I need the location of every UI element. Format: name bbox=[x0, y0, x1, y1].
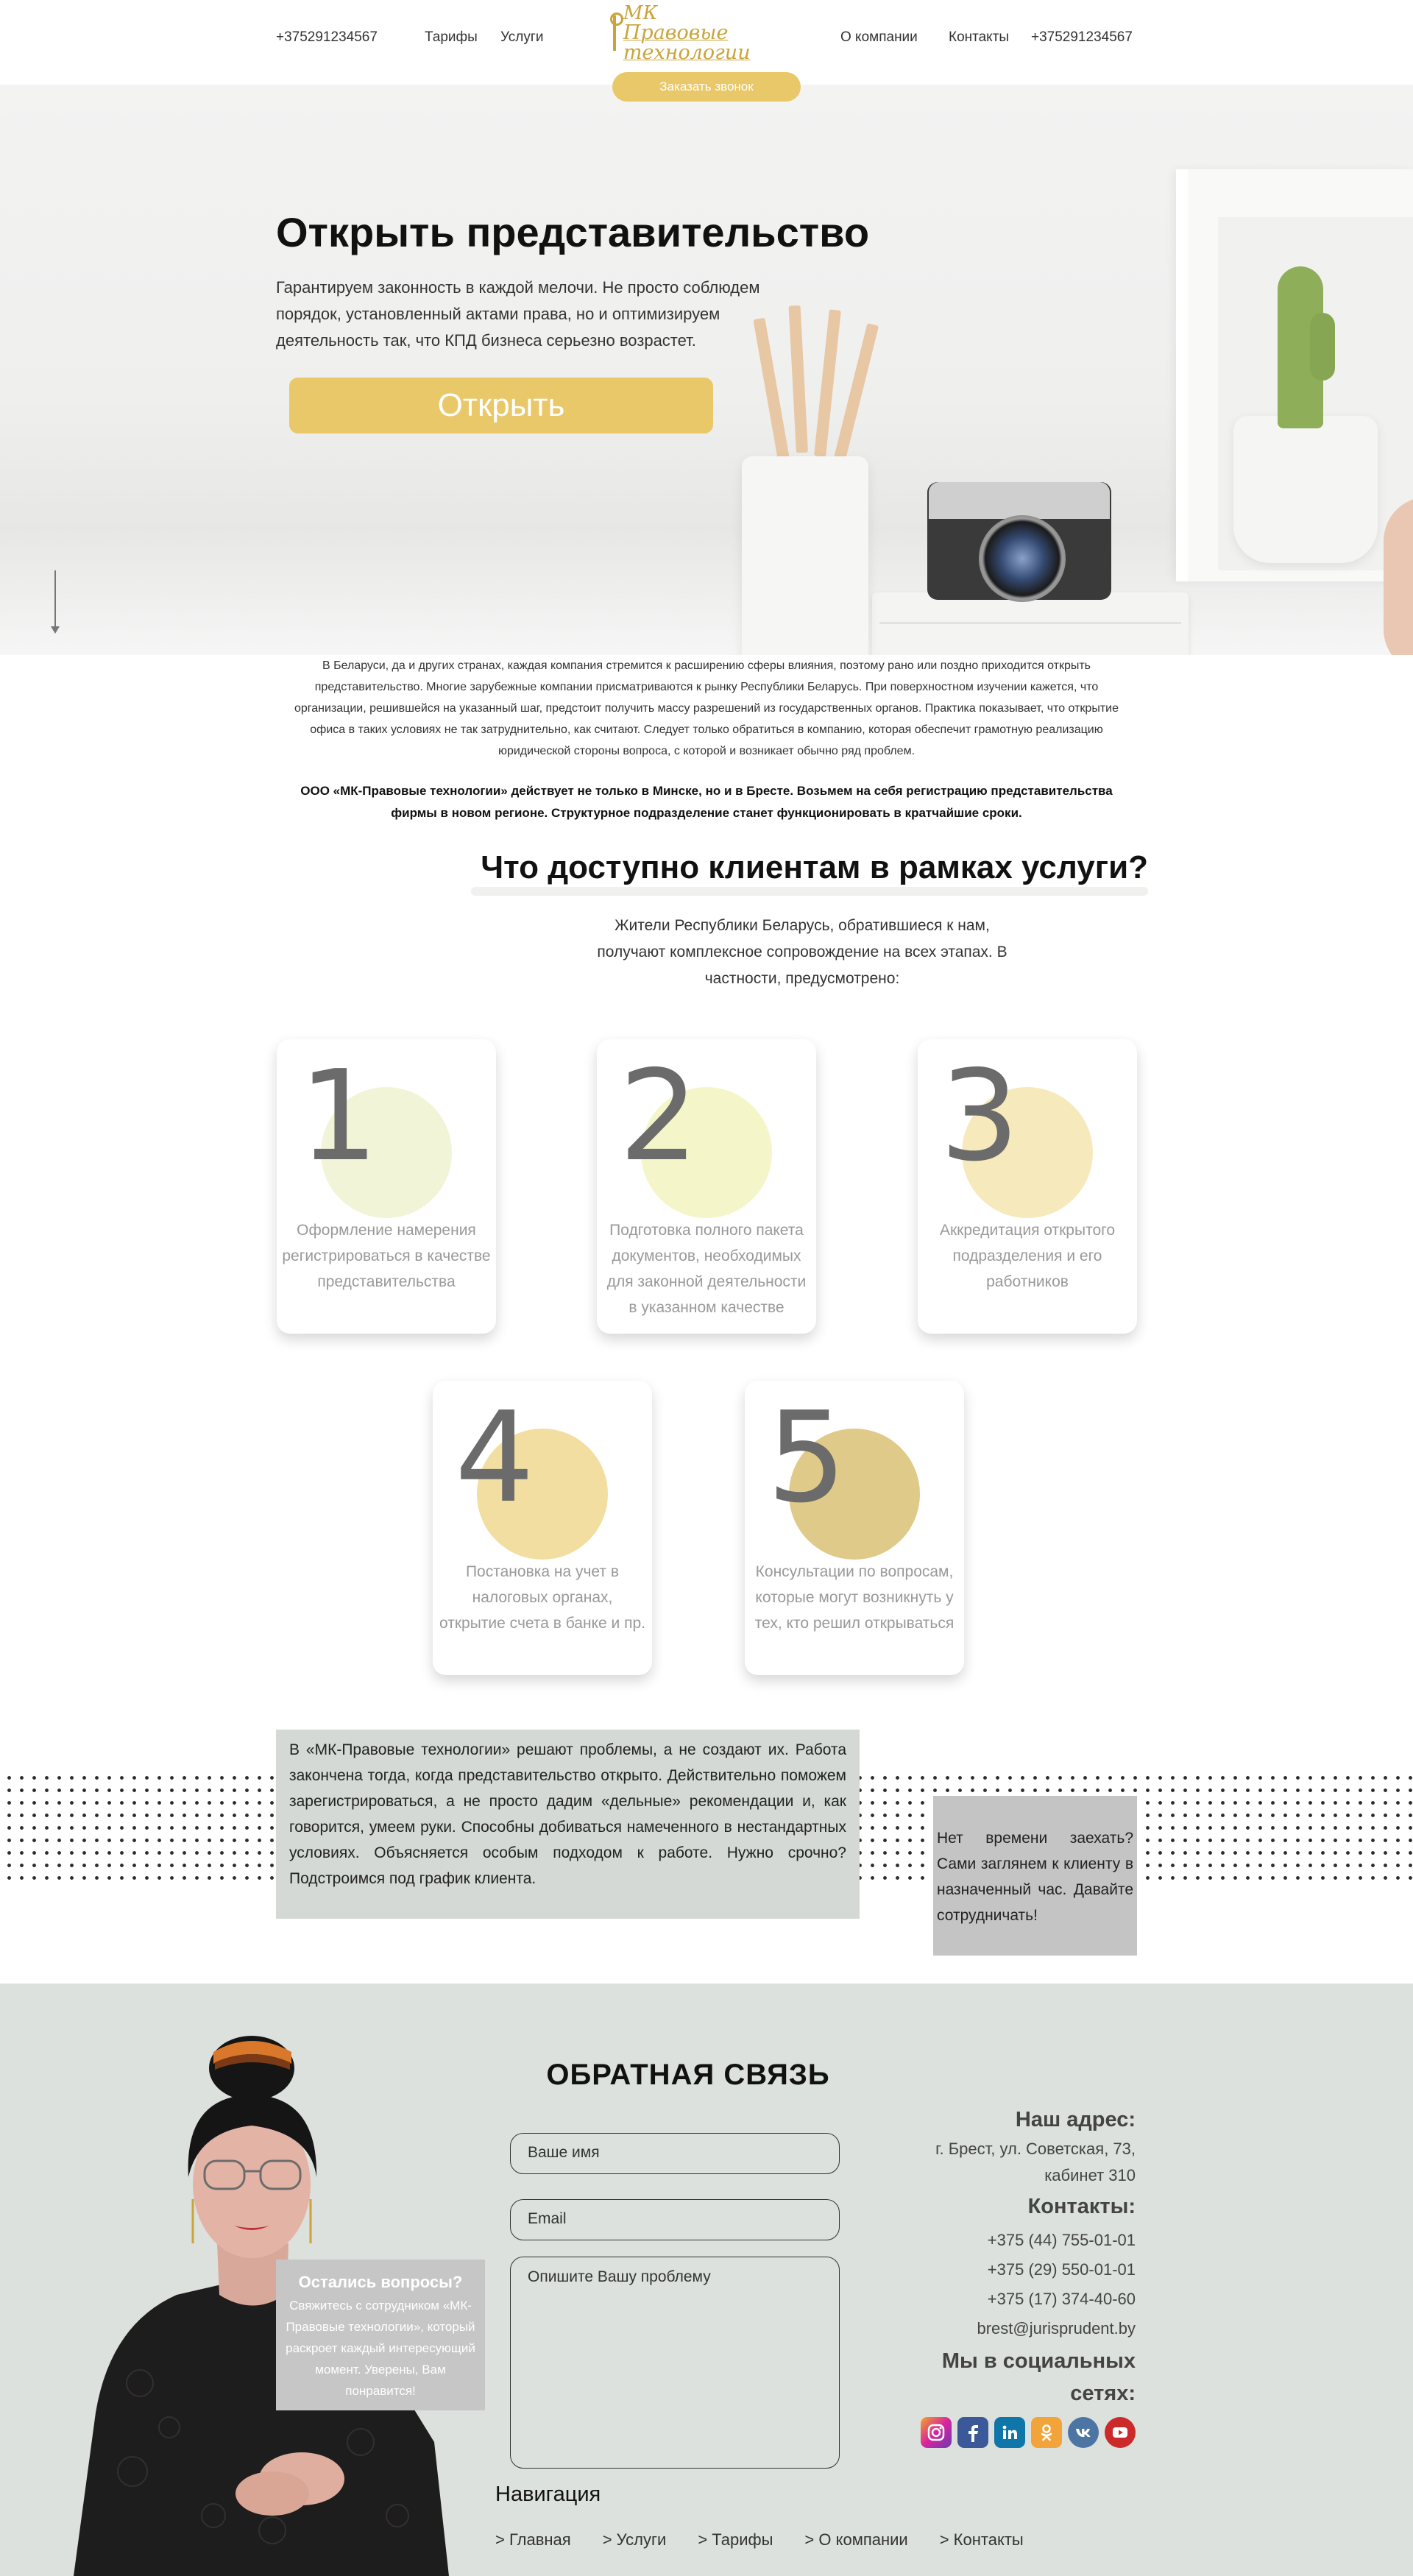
header-phone-left[interactable]: +375291234567 bbox=[276, 29, 378, 46]
services-subtitle: Жители Республики Беларусь, обратившиеся… bbox=[597, 917, 1007, 987]
nav-link-contacts[interactable]: Контакты bbox=[949, 29, 1009, 46]
hero-decor-pot bbox=[1233, 416, 1378, 563]
footer-navigation: > Главная > Услуги > Тарифы > О компании… bbox=[495, 2530, 1024, 2550]
nav-link-about[interactable]: О компании bbox=[840, 29, 918, 46]
email-link[interactable]: brest@jurisprudent.by bbox=[883, 2315, 1136, 2342]
nav-link-tariffs[interactable]: Тарифы bbox=[425, 29, 478, 46]
social-heading-line-2: сетях: bbox=[1070, 2382, 1136, 2405]
phone-2[interactable]: +375 (29) 550-01-01 bbox=[883, 2257, 1136, 2283]
nav-link-services[interactable]: Услуги bbox=[500, 29, 543, 46]
service-card: 5 Консультации по вопросам, которые могу… bbox=[745, 1381, 964, 1675]
scroll-down-arrow-icon[interactable] bbox=[51, 570, 60, 635]
promo-right-box: Нет времени заехать? Сами заглянем к кли… bbox=[933, 1796, 1137, 1956]
promo-left-box: В «МК-Правовые технологии» решают пробле… bbox=[276, 1730, 860, 1919]
footer-nav-contacts[interactable]: > Контакты bbox=[940, 2530, 1024, 2550]
social-icons bbox=[921, 2416, 1136, 2449]
footer-nav-home[interactable]: > Главная bbox=[495, 2530, 571, 2550]
logo[interactable]: МК Правовые технологии bbox=[609, 4, 808, 63]
email-input[interactable] bbox=[510, 2199, 840, 2240]
address-line-1: г. Брест, ул. Советская, 73, bbox=[935, 2140, 1136, 2158]
hero-decor-pencil bbox=[788, 305, 808, 453]
hero-title: Открыть представительство bbox=[276, 209, 870, 255]
name-input[interactable] bbox=[510, 2133, 840, 2174]
address-line-2: кабинет 310 bbox=[1044, 2166, 1136, 2184]
card-text: Аккредитация открытого подразделения и е… bbox=[939, 1222, 1116, 1290]
problem-textarea[interactable] bbox=[510, 2257, 840, 2469]
questions-box: Остались вопросы? Свяжитесь с сотруднико… bbox=[276, 2260, 485, 2410]
card-text: Подготовка полного пакета документов, не… bbox=[606, 1222, 807, 1316]
logo-line-2: Правовые технологии bbox=[623, 21, 751, 64]
hero-decor-pencil bbox=[814, 309, 841, 457]
services-title: Что доступно клиентам в рамках услуги? bbox=[481, 849, 1148, 885]
card-number: 2 bbox=[619, 1044, 699, 1189]
footer-nav-about[interactable]: > О компании bbox=[804, 2530, 907, 2550]
instagram-icon[interactable] bbox=[921, 2417, 952, 2448]
hero-decor-sphere bbox=[1384, 497, 1413, 655]
service-card: 3 Аккредитация открытого подразделения и… bbox=[918, 1039, 1137, 1334]
card-text: Постановка на учет в налоговых органах, … bbox=[439, 1563, 645, 1632]
contacts-block: Наш адрес: г. Брест, ул. Советская, 73, … bbox=[883, 2103, 1136, 2410]
card-text: Консультации по вопросам, которые могут … bbox=[754, 1563, 955, 1632]
hero-decor-cup bbox=[742, 456, 868, 655]
hero-decor-books bbox=[872, 592, 1189, 655]
phone-3[interactable]: +375 (17) 374-40-60 bbox=[883, 2286, 1136, 2313]
services-title-underline bbox=[471, 887, 1148, 896]
youtube-icon[interactable] bbox=[1105, 2417, 1136, 2448]
card-number: 1 bbox=[299, 1044, 379, 1189]
hero-decor-lens bbox=[979, 515, 1066, 602]
phone-1[interactable]: +375 (44) 755-01-01 bbox=[883, 2227, 1136, 2254]
intro-bold-paragraph: ООО «МК-Правовые технологии» действует н… bbox=[300, 784, 1113, 820]
hero-text: Гарантируем законность в каждой мелочи. … bbox=[276, 278, 760, 350]
questions-title: Остались вопросы? bbox=[298, 2273, 463, 2291]
linkedin-icon[interactable] bbox=[994, 2417, 1025, 2448]
service-card: 1 Оформление намерения регистрироваться … bbox=[277, 1039, 496, 1334]
card-number: 5 bbox=[767, 1385, 847, 1531]
hero-section: Открыть представительство Гарантируем за… bbox=[0, 85, 1413, 655]
facebook-icon[interactable] bbox=[957, 2417, 988, 2448]
service-card: 4 Постановка на учет в налоговых органах… bbox=[433, 1381, 652, 1675]
hero-decor-pencil bbox=[832, 323, 879, 469]
hero-decor-camera-top bbox=[929, 482, 1110, 519]
service-card: 2 Подготовка полного пакета документов, … bbox=[597, 1039, 816, 1334]
social-heading-line-1: Мы в социальных bbox=[941, 2349, 1136, 2373]
navigation-title: Навигация bbox=[495, 2483, 601, 2506]
card-number: 4 bbox=[455, 1385, 535, 1531]
hero-decor-cactus-arm bbox=[1310, 313, 1335, 381]
open-button[interactable]: Открыть bbox=[289, 378, 713, 434]
vk-icon[interactable] bbox=[1068, 2417, 1099, 2448]
footer-nav-services[interactable]: > Услуги bbox=[603, 2530, 667, 2550]
contacts-heading: Контакты: bbox=[1027, 2195, 1136, 2218]
intro-paragraph: В Беларуси, да и других странах, каждая … bbox=[294, 659, 1119, 757]
address-heading: Наш адрес: bbox=[1015, 2108, 1136, 2131]
footer-nav-tariffs[interactable]: > Тарифы bbox=[698, 2530, 773, 2550]
odnoklassniki-icon[interactable] bbox=[1031, 2417, 1062, 2448]
card-number: 3 bbox=[940, 1044, 1020, 1189]
logo-key-icon bbox=[609, 13, 623, 54]
feedback-title: ОБРАТНАЯ СВЯЗЬ bbox=[546, 2059, 830, 2091]
logo-line-1: МК bbox=[623, 2, 658, 24]
header-phone-right[interactable]: +375291234567 bbox=[1031, 29, 1133, 46]
questions-text: Свяжитесь с сотрудником «МК-Правовые тех… bbox=[286, 2299, 475, 2398]
order-call-button[interactable]: Заказать звонок bbox=[612, 72, 801, 102]
card-text: Оформление намерения регистрироваться в … bbox=[282, 1222, 491, 1290]
